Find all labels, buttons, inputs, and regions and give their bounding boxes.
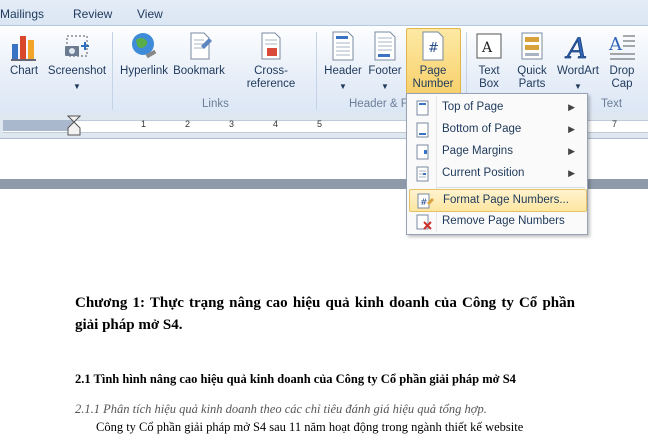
ruler-number: 1 <box>141 119 147 129</box>
menu-item-label: Top of Page <box>442 101 504 113</box>
page-number-label-line2: Number <box>412 78 454 90</box>
chart-button[interactable]: Chart <box>6 30 42 78</box>
menu-item-bottom-of-page[interactable]: Bottom of Page ▶ <box>409 119 585 140</box>
page-number-menu: Top of Page ▶ Bottom of Page ▶ Page Marg… <box>406 93 588 235</box>
menu-item-label: Current Position <box>442 167 525 179</box>
page-top-icon <box>416 100 429 116</box>
menu-item-top-of-page[interactable]: Top of Page ▶ <box>409 97 585 118</box>
screenshot-icon <box>65 35 89 57</box>
drop-cap-label-line2: Cap <box>611 78 633 90</box>
header-button[interactable]: Header ▼ <box>322 30 364 93</box>
current-position-icon <box>416 166 429 182</box>
hyperlink-label: Hyperlink <box>120 65 168 77</box>
wordart-icon: A <box>564 32 588 62</box>
quick-parts-button[interactable]: Quick Parts <box>512 30 552 91</box>
page-number-icon: # <box>422 31 444 61</box>
hyperlink-button[interactable]: Hyperlink <box>118 30 170 78</box>
menu-separator <box>437 187 585 188</box>
chevron-down-icon: ▼ <box>73 82 81 91</box>
group-divider <box>112 32 113 110</box>
chevron-down-icon: ▼ <box>381 82 389 91</box>
remove-page-numbers-icon <box>416 214 432 230</box>
drop-cap-icon: A <box>608 34 635 60</box>
wordart-button[interactable]: A WordArt ▼ <box>554 30 602 93</box>
ruler-number: 5 <box>317 119 323 129</box>
document-heading-3: 2.1.1 Phân tích hiệu quả kinh doanh theo… <box>75 402 487 416</box>
page-number-label-line1: Page <box>419 65 447 77</box>
submenu-arrow-icon: ▶ <box>568 168 575 178</box>
ruler-number: 2 <box>185 119 191 129</box>
menu-item-label: Format Page Numbers... <box>443 194 569 206</box>
page-number-button[interactable]: # Page Number <box>407 30 459 91</box>
text-box-label-line1: Text <box>478 65 500 77</box>
group-label-text: Text <box>601 98 623 110</box>
menu-item-label: Remove Page Numbers <box>442 215 565 227</box>
document-heading-1: Chương 1: Thực trạng nâng cao hiệu quả k… <box>75 295 575 333</box>
hyperlink-globe-icon <box>132 33 157 59</box>
menu-item-current-position[interactable]: Current Position ▶ <box>409 163 585 184</box>
chevron-down-icon: ▼ <box>339 82 347 91</box>
svg-text:A: A <box>564 32 587 62</box>
document-paragraph: Công ty Cổ phần giải pháp mở S4 sau 11 n… <box>96 420 524 434</box>
bookmark-icon <box>190 32 212 60</box>
chart-label: Chart <box>9 65 39 77</box>
submenu-arrow-icon: ▶ <box>568 102 575 112</box>
group-label-header-footer: Header & F <box>349 98 408 110</box>
submenu-arrow-icon: ▶ <box>568 124 575 134</box>
text-box-button[interactable]: A Text Box <box>470 30 508 91</box>
ruler-number: 7 <box>612 119 618 129</box>
menu-item-label: Page Margins <box>442 145 513 157</box>
footer-label: Footer <box>368 65 402 77</box>
cross-reference-label: Cross-reference <box>246 65 296 90</box>
tab-mailings[interactable]: Mailings <box>0 7 44 21</box>
bookmark-label: Bookmark <box>173 65 225 77</box>
drop-cap-label-line1: Drop <box>609 65 635 77</box>
svg-text:A: A <box>608 34 623 55</box>
group-divider <box>316 32 317 110</box>
drop-cap-button[interactable]: A Drop Cap <box>604 30 640 91</box>
group-label-links: Links <box>202 98 229 110</box>
quick-parts-label-line1: Quick <box>517 65 547 77</box>
header-icon <box>332 31 354 61</box>
text-box-label-line2: Box <box>479 78 499 90</box>
tab-view[interactable]: View <box>137 7 163 21</box>
svg-text:A: A <box>481 40 493 56</box>
quick-parts-icon <box>521 32 543 60</box>
footer-button[interactable]: Footer ▼ <box>364 30 406 93</box>
menu-item-label: Bottom of Page <box>442 123 522 135</box>
cross-reference-icon <box>261 32 281 60</box>
chart-icon <box>11 36 36 61</box>
text-box-icon: A <box>476 33 502 59</box>
quick-parts-label-line2: Parts <box>518 78 546 90</box>
wordart-label: WordArt <box>557 65 599 77</box>
screenshot-label: Screenshot <box>47 65 107 77</box>
indent-marker-icon[interactable] <box>67 115 81 137</box>
screenshot-button[interactable]: Screenshot ▼ <box>46 30 108 93</box>
page-bottom-icon <box>416 122 429 138</box>
format-page-numbers-icon: # <box>417 193 434 209</box>
cross-reference-button[interactable]: Cross-reference <box>230 30 312 91</box>
header-label: Header <box>324 65 362 77</box>
tab-review[interactable]: Review <box>73 7 112 21</box>
ruler-number: 3 <box>229 119 235 129</box>
menu-item-format-page-numbers[interactable]: # Format Page Numbers... <box>409 189 587 212</box>
ruler-left-margin <box>3 120 73 131</box>
submenu-arrow-icon: ▶ <box>568 146 575 156</box>
footer-icon <box>374 31 396 61</box>
page-margins-icon <box>416 144 429 160</box>
chevron-down-icon: ▼ <box>574 82 582 91</box>
ruler-number: 4 <box>273 119 279 129</box>
svg-text:#: # <box>428 41 439 56</box>
svg-text:#: # <box>420 198 428 208</box>
ribbon-tab-bar: Mailings Review View <box>0 0 648 25</box>
menu-item-page-margins[interactable]: Page Margins ▶ <box>409 141 585 162</box>
bookmark-button[interactable]: Bookmark <box>172 30 226 78</box>
document-heading-2: 2.1 Tình hình nâng cao hiệu quả kinh doa… <box>75 372 516 386</box>
menu-item-remove-page-numbers[interactable]: Remove Page Numbers <box>409 211 585 232</box>
